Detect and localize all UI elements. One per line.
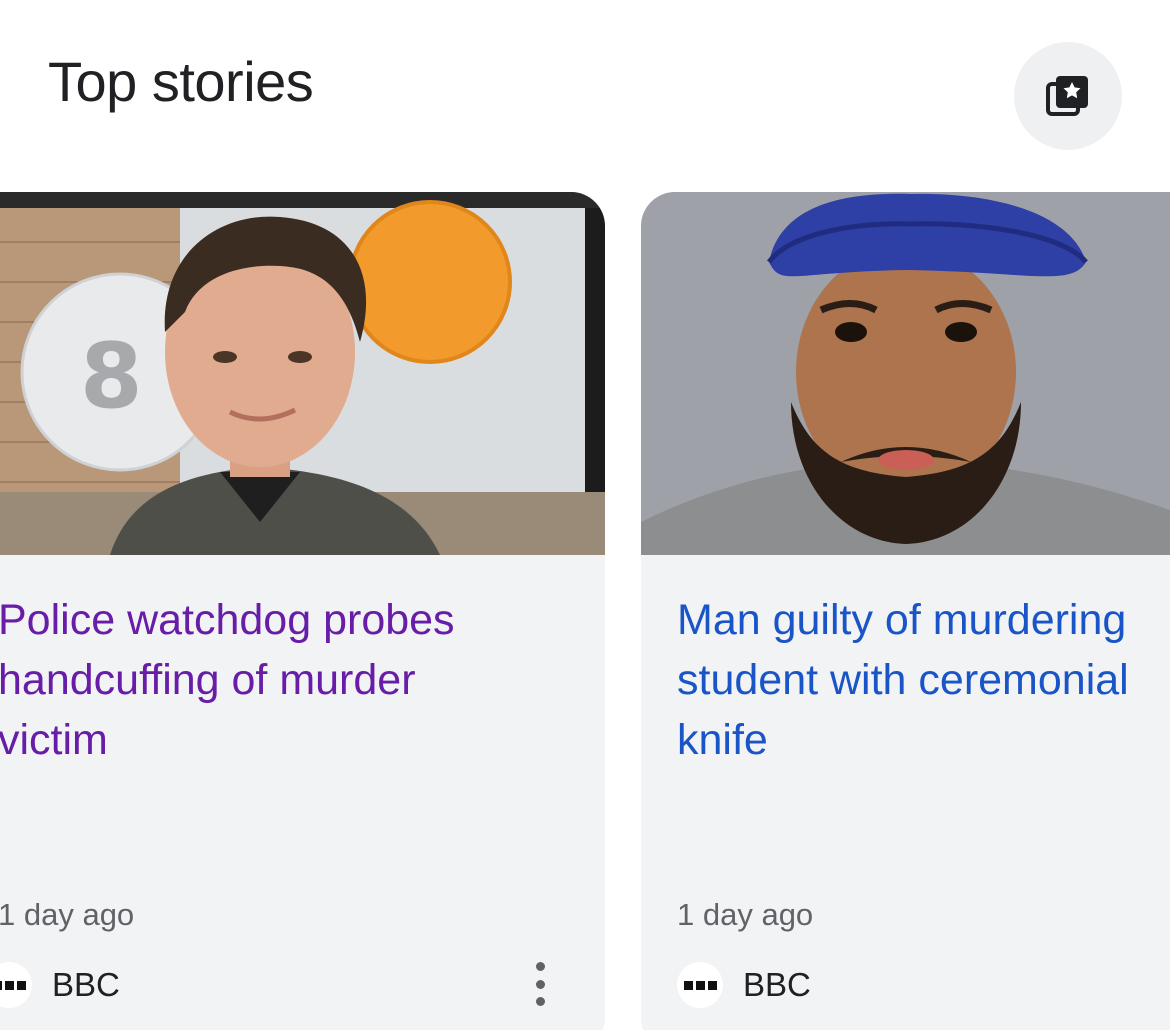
story-age: 1 day ago: [0, 897, 135, 932]
section-title: Top stories: [48, 50, 314, 113]
story-age: 1 day ago: [677, 897, 814, 932]
top-stories-page: Top stories 8 Police watchdog probes han…: [0, 0, 1170, 1030]
story-card[interactable]: 8 Police watchdog probes handcuffing of …: [0, 192, 605, 1030]
portrait-photo-man-blue-turban: [641, 192, 1170, 555]
portrait-photo-young-man: 8: [0, 192, 605, 555]
story-headline[interactable]: Man guilty of murdering student with cer…: [677, 590, 1170, 770]
story-thumbnail: 8: [0, 192, 605, 555]
saved-collections-star-icon: [1046, 76, 1088, 116]
story-source: BBC: [677, 962, 811, 1008]
bbc-logo-icon: [0, 962, 32, 1008]
story-card[interactable]: Man guilty of murdering student with cer…: [641, 192, 1170, 1030]
story-headline[interactable]: Police watchdog probes handcuffing of mu…: [0, 590, 578, 770]
more-vertical-icon[interactable]: [520, 962, 560, 1006]
saved-collections-button[interactable]: [1014, 42, 1122, 150]
bbc-logo-icon: [677, 962, 723, 1008]
source-name: BBC: [52, 966, 120, 1003]
source-name: BBC: [743, 966, 811, 1003]
svg-text:8: 8: [80, 324, 143, 429]
story-source: BBC: [0, 962, 120, 1008]
story-thumbnail: [641, 192, 1170, 555]
